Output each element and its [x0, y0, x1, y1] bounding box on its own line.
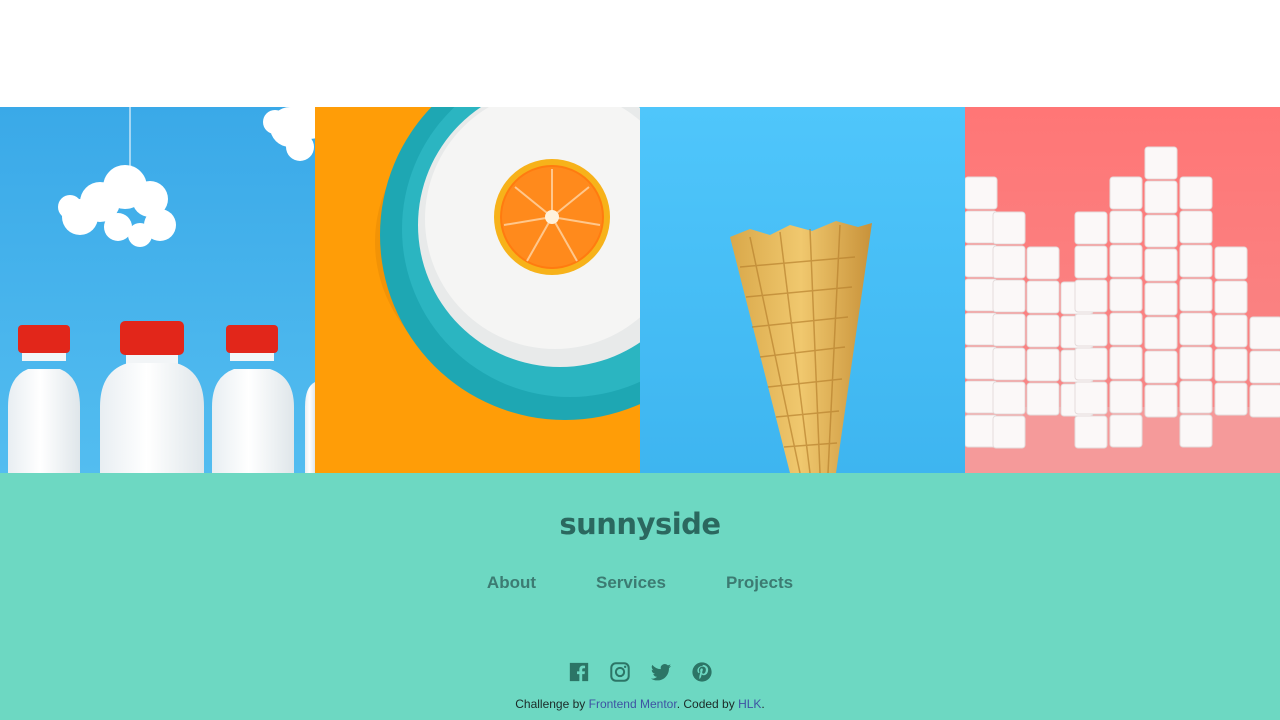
sugar-cube	[1179, 312, 1213, 346]
sugar-cube	[965, 244, 998, 278]
sugar-cube	[1074, 381, 1108, 415]
sugar-cube	[1144, 180, 1178, 214]
sugar-cube	[1249, 384, 1280, 418]
milk-bottles-image	[0, 107, 315, 473]
sugar-cube	[965, 278, 998, 312]
pinterest-icon[interactable]	[691, 661, 713, 683]
site-footer: sunnyside About Services Projects Challe…	[0, 473, 1280, 720]
sugar-cube	[1074, 313, 1108, 347]
sugar-cube	[992, 211, 1026, 245]
sugar-cube	[1074, 211, 1108, 245]
sugar-cube	[1109, 244, 1143, 278]
sugar-cube	[1144, 350, 1178, 384]
twitter-icon[interactable]	[650, 661, 672, 683]
attribution-middle: . Coded by	[676, 697, 739, 711]
nav-link-projects[interactable]: Projects	[726, 573, 793, 593]
sugar-cube	[1026, 246, 1060, 280]
sugar-cube	[1074, 245, 1108, 279]
sugar-cube	[1179, 346, 1213, 380]
sugar-cube	[1026, 280, 1060, 314]
sugar-cube	[965, 312, 998, 346]
sugar-cube	[992, 381, 1026, 415]
sugar-cube	[1144, 248, 1178, 282]
sugar-cube	[1214, 246, 1248, 280]
sugar-cube	[1026, 314, 1060, 348]
sugar-cube	[992, 313, 1026, 347]
sugar-cube	[1214, 314, 1248, 348]
nav-link-services[interactable]: Services	[596, 573, 666, 593]
sugar-cube	[1109, 278, 1143, 312]
sugar-cube	[992, 245, 1026, 279]
social-links	[0, 661, 1280, 683]
sugar-cube	[1109, 210, 1143, 244]
sugar-cube	[1109, 312, 1143, 346]
sugar-cube	[992, 279, 1026, 313]
attribution-prefix: Challenge by	[515, 697, 589, 711]
sugar-cube	[1179, 176, 1213, 210]
sugar-cube	[1179, 380, 1213, 414]
sugar-cube	[1074, 279, 1108, 313]
footer-nav: About Services Projects	[0, 573, 1280, 593]
ice-cream-cone-image	[640, 107, 965, 473]
sugar-cube	[992, 347, 1026, 381]
sugar-cube	[1179, 210, 1213, 244]
sugar-cubes-image	[965, 107, 1280, 473]
sugar-cube	[992, 415, 1026, 449]
sugar-cube	[1214, 382, 1248, 416]
sugar-cube	[1074, 415, 1108, 449]
sugar-cube	[965, 380, 998, 414]
sugar-cube	[1109, 414, 1143, 448]
sugar-cube	[1026, 382, 1060, 416]
author-link[interactable]: HLK	[738, 697, 761, 711]
sugar-cube	[965, 346, 998, 380]
sugar-cube	[1109, 346, 1143, 380]
sugar-cube	[1144, 384, 1178, 418]
attribution-suffix: .	[761, 697, 765, 711]
instagram-icon[interactable]	[609, 661, 631, 683]
sugar-cube	[1144, 214, 1178, 248]
nav-link-about[interactable]: About	[487, 573, 536, 593]
top-whitespace	[0, 0, 1280, 107]
facebook-icon[interactable]	[568, 661, 590, 683]
sugar-cube	[1109, 380, 1143, 414]
frontend-mentor-link[interactable]: Frontend Mentor	[589, 697, 677, 711]
sugar-cube	[1144, 316, 1178, 350]
image-gallery	[0, 107, 1280, 473]
sugar-cube	[1144, 146, 1178, 180]
sugar-cube	[1249, 316, 1280, 350]
sugar-cube	[1214, 280, 1248, 314]
footer-logo[interactable]: sunnyside	[0, 507, 1280, 541]
sugar-cube	[965, 210, 998, 244]
attribution: Challenge by Frontend Mentor. Coded by H…	[0, 697, 1280, 711]
sugar-cube	[1074, 347, 1108, 381]
sugar-cube	[1109, 176, 1143, 210]
sugar-cube	[1179, 414, 1213, 448]
sugar-cube	[965, 176, 998, 210]
sugar-cube	[1179, 278, 1213, 312]
sugar-cube	[1026, 348, 1060, 382]
sugar-cube	[1179, 244, 1213, 278]
sugar-cube	[1249, 350, 1280, 384]
sugar-cube	[965, 414, 998, 448]
sugar-cube	[1144, 282, 1178, 316]
sugar-cube	[1214, 348, 1248, 382]
orange-plate-image	[315, 107, 640, 473]
